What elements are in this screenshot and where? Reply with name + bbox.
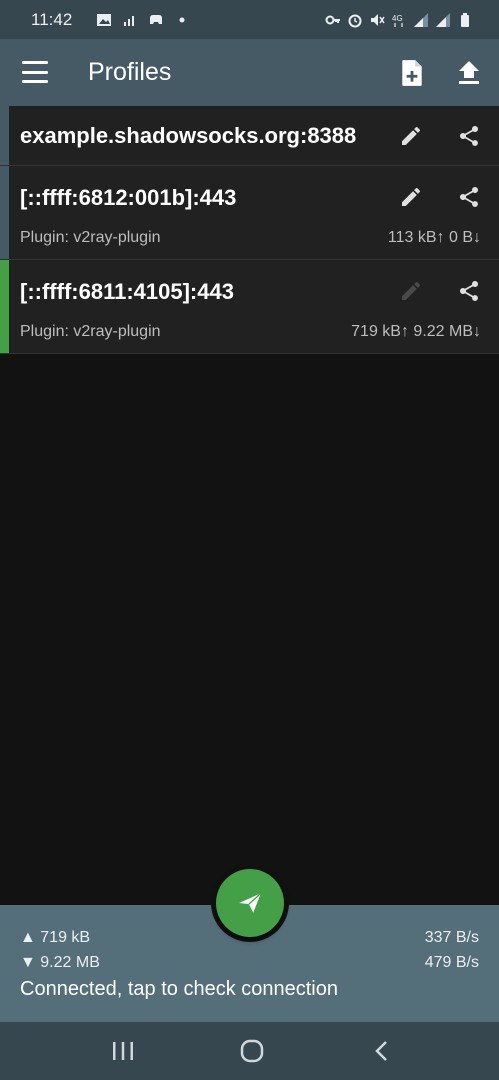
4g-icon: 4G: [392, 14, 403, 27]
menu-icon-line: [22, 61, 48, 64]
rx-rate: 479 B/s: [424, 954, 479, 971]
share-icon[interactable]: [457, 124, 481, 148]
profile-traffic: 719 kB↑ 9.22 MB↓: [351, 323, 481, 340]
status-time: 11:42: [31, 9, 73, 29]
profile-item-active[interactable]: [::ffff:6811:4105]:443 Plugin: v2ray-plu…: [0, 260, 499, 354]
edit-icon[interactable]: [399, 124, 423, 148]
signal-off-icon: [124, 15, 135, 26]
profile-plugin: Plugin: v2ray-plugin: [20, 323, 161, 340]
profile-list: example.shadowsocks.org:8388 [::ffff:681…: [0, 106, 499, 354]
profile-plugin: Plugin: v2ray-plugin: [20, 229, 161, 246]
home-icon[interactable]: [239, 1039, 265, 1063]
profile-indicator: [0, 166, 9, 259]
page-title: Profiles: [88, 58, 172, 86]
edit-icon[interactable]: [399, 185, 423, 209]
game-controller-icon: [150, 14, 163, 24]
profile-indicator-active: [0, 260, 9, 353]
status-bar-left: 11:42: [31, 10, 190, 30]
back-icon[interactable]: [370, 1039, 396, 1063]
screen: 11:42 4G Profiles example.shadowsocks.or…: [0, 0, 499, 1080]
menu-button[interactable]: [22, 61, 48, 83]
profile-item[interactable]: [::ffff:6812:001b]:443 Plugin: v2ray-plu…: [0, 166, 499, 260]
menu-icon-line: [22, 80, 48, 83]
profile-indicator: [0, 106, 9, 165]
profile-name: [::ffff:6811:4105]:443: [20, 279, 234, 304]
mute-icon: [371, 13, 385, 26]
svg-text:4G: 4G: [392, 14, 403, 23]
profile-item[interactable]: example.shadowsocks.org:8388: [0, 106, 499, 166]
menu-icon-line: [22, 70, 48, 74]
tx-rate: 337 B/s: [424, 929, 479, 946]
connection-status[interactable]: Connected, tap to check connection: [20, 978, 338, 1001]
signal-icon: [436, 12, 450, 27]
paper-plane-icon: [239, 892, 262, 913]
status-bar-right: 4G: [325, 12, 473, 28]
upload-icon[interactable]: [456, 59, 482, 87]
status-bar: 11:42 4G: [0, 0, 499, 39]
app-bar: Profiles: [0, 39, 499, 106]
profile-traffic: 113 kB↑ 0 B↓: [387, 229, 481, 246]
notification-dot-icon: [179, 17, 185, 22]
signal-icon: [414, 12, 428, 27]
image-icon: [97, 13, 112, 26]
recent-apps-icon[interactable]: [110, 1039, 136, 1063]
navigation-bar: [0, 1022, 499, 1080]
profile-name: example.shadowsocks.org:8388: [20, 123, 357, 148]
edit-icon-disabled: [402, 281, 421, 300]
rx-total: ▼ 9.22 MB: [20, 954, 100, 971]
share-icon[interactable]: [457, 279, 481, 303]
battery-icon: [461, 12, 469, 27]
alarm-icon: [348, 14, 362, 27]
new-file-icon[interactable]: [399, 59, 425, 87]
share-icon[interactable]: [457, 185, 481, 209]
tx-total: ▲ 719 kB: [20, 929, 91, 946]
profile-name: [::ffff:6812:001b]:443: [20, 185, 237, 210]
connect-button[interactable]: [216, 869, 284, 937]
vpn-key-icon: [325, 15, 340, 24]
